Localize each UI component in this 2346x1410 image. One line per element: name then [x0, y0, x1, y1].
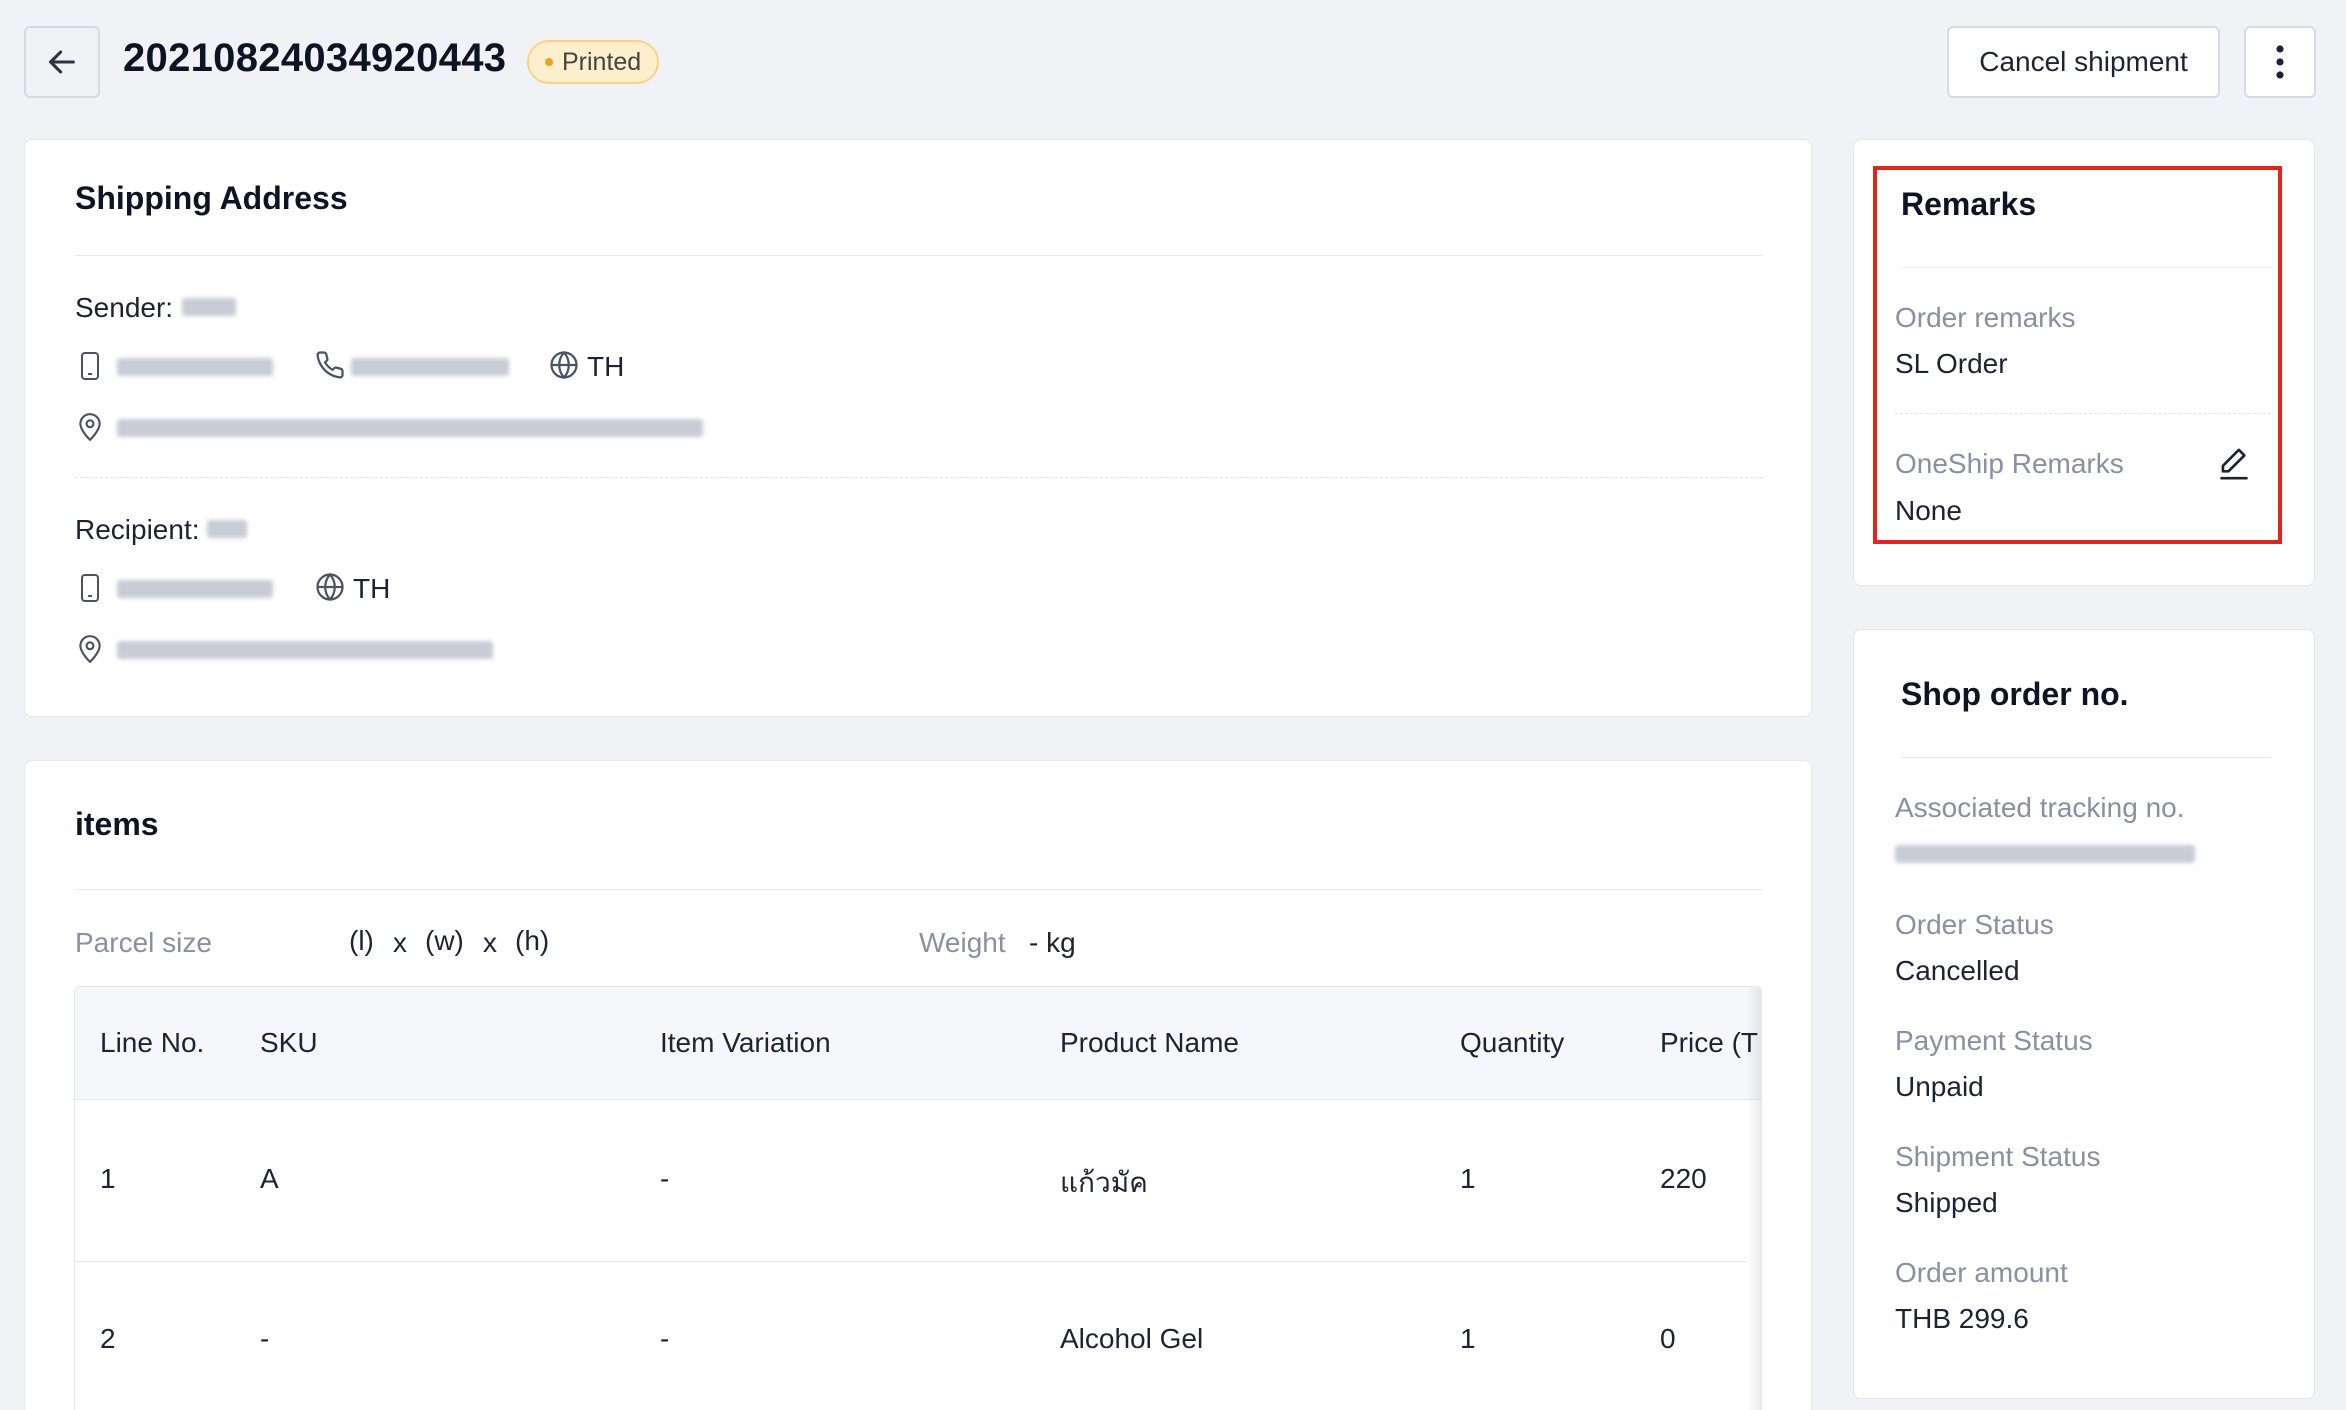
items-table: Line No. SKU Item Variation Product Name…	[74, 986, 1762, 1410]
order-status-label: Order Status	[1895, 909, 2054, 940]
variation-cell: -	[660, 1323, 670, 1354]
page-title: 20210824034920443	[123, 36, 507, 80]
cancel-shipment-button[interactable]: Cancel shipment	[1947, 26, 2220, 98]
payment-status-value: Unpaid	[1895, 1071, 1984, 1102]
shop-order-title: Shop order no.	[1901, 676, 2129, 712]
status-badge: Printed	[527, 40, 660, 84]
column-header: SKU	[260, 1027, 318, 1058]
divider	[75, 477, 1763, 478]
order-amount-label: Order amount	[1895, 1257, 2068, 1288]
arrow-left-icon	[49, 50, 75, 74]
sender-name-redacted	[182, 298, 236, 316]
order-amount-value: THB 299.6	[1895, 1303, 2029, 1334]
column-header: Item Variation	[660, 1027, 831, 1058]
parcel-size-label: Parcel size	[75, 927, 212, 958]
status-dot-icon	[545, 58, 553, 66]
table-header: Line No. SKU Item Variation Product Name…	[75, 987, 1761, 1100]
status-badge-label: Printed	[562, 47, 642, 76]
back-button[interactable]	[24, 26, 100, 98]
sku-cell: -	[260, 1323, 270, 1354]
column-header: Quantity	[1460, 1027, 1565, 1058]
remarks-highlight-box	[1873, 166, 2282, 544]
price-cell: 220	[1660, 1163, 1707, 1194]
mobile-icon	[81, 574, 99, 602]
column-header: Price (T	[1660, 1027, 1758, 1058]
product-name-cell: Alcohol Gel	[1060, 1323, 1204, 1354]
divider	[1901, 757, 2271, 758]
globe-icon	[550, 350, 578, 380]
recipient-country: TH	[353, 573, 391, 604]
sender-phone-redacted	[351, 358, 509, 376]
map-pin-icon	[79, 635, 101, 664]
parcel-width: (w)	[425, 925, 464, 956]
map-pin-icon	[79, 413, 101, 442]
product-name-cell: แก้วมัค	[1060, 1167, 1148, 1198]
recipient-name-redacted	[207, 520, 247, 538]
globe-icon	[316, 572, 344, 602]
shipping-address-title: Shipping Address	[75, 180, 348, 216]
sender-label: Sender:	[75, 292, 174, 323]
line-no-cell: 2	[100, 1323, 116, 1354]
payment-status-label: Payment Status	[1895, 1025, 2093, 1056]
divider	[75, 255, 1763, 256]
mobile-icon	[81, 352, 99, 380]
row-divider	[75, 1261, 1747, 1262]
tracking-no-label: Associated tracking no.	[1895, 792, 2185, 823]
parcel-length: (l)	[349, 925, 374, 956]
divider	[75, 889, 1763, 890]
weight-label: Weight	[919, 927, 1006, 958]
items-title: items	[75, 806, 159, 842]
quantity-cell: 1	[1460, 1163, 1476, 1194]
sender-mobile-redacted	[117, 358, 273, 376]
parcel-times: x	[393, 927, 407, 958]
more-vertical-icon	[2276, 45, 2284, 79]
shipment-status-value: Shipped	[1895, 1187, 1998, 1218]
sender-country: TH	[587, 351, 625, 382]
weight-value: - kg	[1029, 927, 1076, 958]
column-header: Line No.	[100, 1027, 205, 1058]
variation-cell: -	[660, 1163, 670, 1194]
sender-address-redacted	[117, 419, 703, 437]
shipping-address-card: Shipping Address Sender: TH Recipient: T…	[24, 139, 1812, 717]
shop-order-card: Shop order no. Associated tracking no. O…	[1853, 629, 2315, 1399]
parcel-height: (h)	[515, 925, 550, 956]
parcel-times: x	[483, 927, 497, 958]
recipient-label: Recipient:	[75, 514, 200, 545]
phone-icon	[316, 351, 344, 379]
more-actions-button[interactable]	[2244, 26, 2316, 98]
sku-cell: A	[260, 1163, 279, 1194]
order-status-value: Cancelled	[1895, 955, 2020, 986]
recipient-address-redacted	[117, 641, 493, 659]
shipment-status-label: Shipment Status	[1895, 1141, 2101, 1172]
recipient-mobile-redacted	[117, 580, 273, 598]
quantity-cell: 1	[1460, 1323, 1476, 1354]
column-header: Product Name	[1060, 1027, 1239, 1058]
price-cell: 0	[1660, 1323, 1676, 1354]
tracking-no-redacted	[1895, 845, 2195, 863]
line-no-cell: 1	[100, 1163, 116, 1194]
table-scroll-shadow	[1747, 987, 1761, 1410]
